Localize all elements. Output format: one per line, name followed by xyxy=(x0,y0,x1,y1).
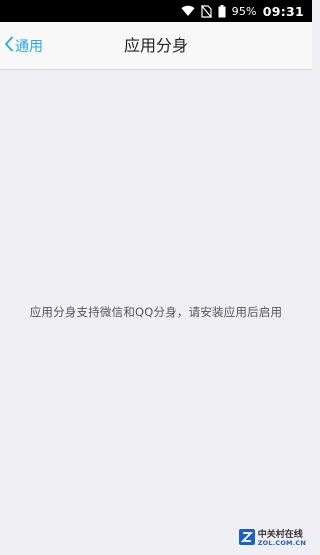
no-sim-icon xyxy=(200,4,212,18)
wifi-icon xyxy=(181,5,195,17)
app-split-screen: 95% 09:31 通用 应用分身 应用分身支持微信和QQ分身，请安装应用后启用… xyxy=(0,0,312,555)
battery-percentage: 95% xyxy=(231,4,257,18)
zol-watermark: 中关村在线 ZOL.COM.CN xyxy=(238,529,306,549)
status-clock: 09:31 xyxy=(262,3,304,19)
navigation-bar: 通用 应用分身 xyxy=(0,22,312,70)
page-title: 应用分身 xyxy=(123,36,188,55)
status-bar: 95% 09:31 xyxy=(0,0,312,22)
watermark-en-text: ZOL.COM.CN xyxy=(257,539,306,548)
battery-icon xyxy=(218,4,226,18)
empty-state-message: 应用分身支持微信和QQ分身，请安装应用后启用 xyxy=(29,305,283,319)
zol-logo-icon xyxy=(238,529,255,549)
